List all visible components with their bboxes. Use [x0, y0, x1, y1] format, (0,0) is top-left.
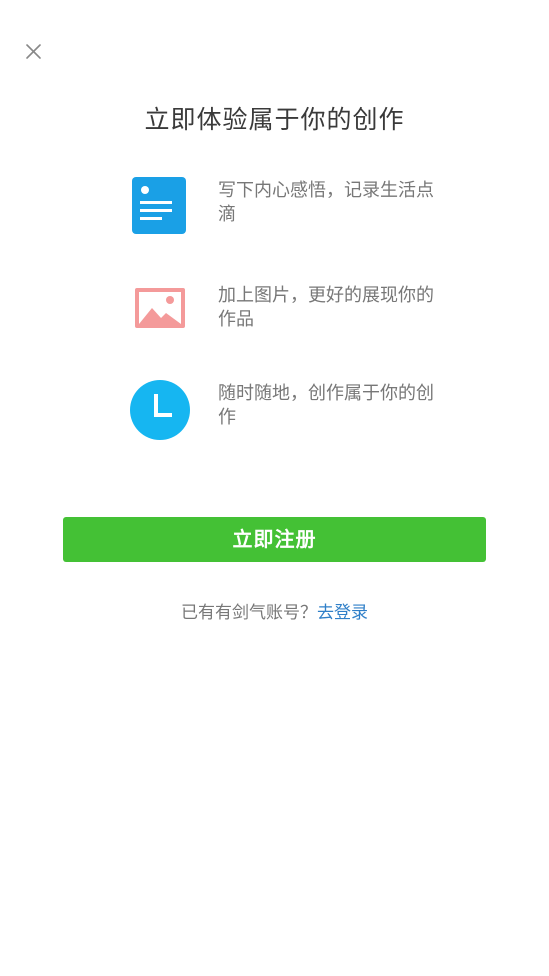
close-icon: [26, 44, 41, 59]
feature-text-anytime: 随时随地，创作属于你的创作: [218, 383, 434, 428]
clock-icon: [128, 378, 192, 442]
image-icon: [128, 280, 192, 344]
register-button[interactable]: 立即注册: [63, 517, 486, 562]
feature-item-anytime: 随时随地，创作属于你的创作: [128, 378, 458, 444]
feature-text-write: 写下内心感悟，记录生活点滴: [218, 180, 434, 225]
login-prompt-text: 已有有剑气账号？: [181, 603, 317, 623]
feature-text-image: 加上图片，更好的展现你的作品: [218, 285, 434, 330]
close-button[interactable]: [22, 40, 46, 64]
login-row: 已有有剑气账号？去登录: [0, 598, 549, 623]
feature-item-image: 加上图片，更好的展现你的作品: [128, 280, 458, 346]
document-icon: [128, 175, 192, 239]
feature-item-write: 写下内心感悟，记录生活点滴: [128, 175, 458, 241]
login-link[interactable]: 去登录: [317, 603, 368, 623]
page-title: 立即体验属于你的创作: [144, 105, 405, 134]
